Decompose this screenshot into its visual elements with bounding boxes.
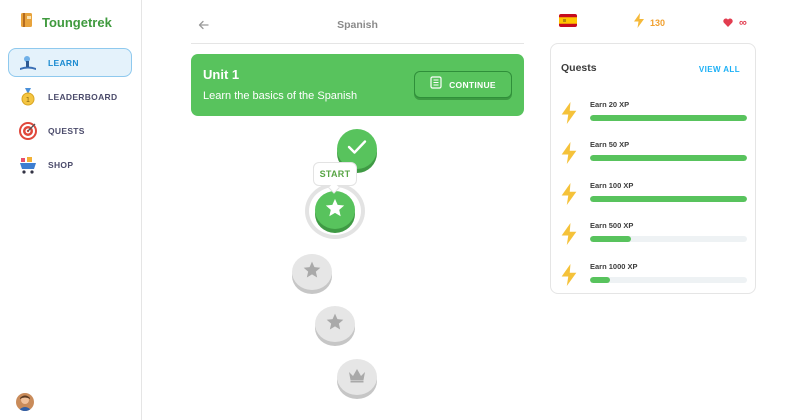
quest-progress-track: [590, 236, 747, 242]
hearts-value: ∞: [739, 17, 747, 29]
learn-icon: [17, 52, 39, 74]
quest-progress-fill: [590, 196, 747, 202]
lesson-node-locked[interactable]: [337, 359, 377, 395]
unit-title: Unit 1: [203, 67, 240, 82]
quest-item[interactable]: Earn 50 XP: [561, 140, 747, 168]
xp-counter[interactable]: 130: [634, 13, 665, 33]
quests-panel: Quests VIEW ALL Earn 20 XP Earn 50 XP Ea…: [550, 43, 756, 294]
sidebar-item-quests[interactable]: QUESTS: [8, 116, 132, 145]
continue-button[interactable]: CONTINUE: [414, 71, 512, 98]
quest-item[interactable]: Earn 500 XP: [561, 221, 747, 249]
star-icon: [302, 260, 322, 285]
quest-label: Earn 20 XP: [590, 100, 630, 109]
lightning-icon: [561, 183, 579, 207]
sidebar-item-shop[interactable]: SHOP: [8, 150, 132, 179]
sidebar-item-leaderboard[interactable]: 1 LEADERBOARD: [8, 82, 132, 111]
quest-progress-track: [590, 277, 747, 283]
spain-flag-icon[interactable]: [559, 14, 577, 27]
target-icon: [17, 120, 39, 142]
quest-progress-fill: [590, 115, 747, 121]
quest-progress-track: [590, 115, 747, 121]
medal-icon: 1: [17, 86, 39, 108]
unit-card: Unit 1 Learn the basics of the Spanish C…: [191, 54, 524, 116]
sidebar-item-label: LEADERBOARD: [48, 91, 118, 102]
lesson-node-current[interactable]: [315, 191, 355, 229]
svg-text:1: 1: [26, 96, 30, 104]
quests-title: Quests: [561, 62, 597, 74]
quest-item[interactable]: Earn 100 XP: [561, 181, 747, 209]
lesson-node-locked[interactable]: [292, 254, 332, 290]
avatar[interactable]: [16, 393, 34, 411]
crown-icon: [347, 367, 367, 388]
lesson-node-locked[interactable]: [315, 306, 355, 342]
lightning-icon: [561, 264, 579, 288]
notebook-icon: [430, 75, 442, 94]
view-all-link[interactable]: VIEW ALL: [699, 65, 740, 74]
stats-bar: 130 ∞: [556, 10, 756, 32]
continue-label: CONTINUE: [449, 79, 496, 90]
sidebar-item-learn[interactable]: LEARN: [8, 48, 132, 77]
quest-label: Earn 100 XP: [590, 181, 634, 190]
brand[interactable]: Toungetrek: [20, 12, 112, 33]
quest-label: Earn 500 XP: [590, 221, 634, 230]
star-icon: [324, 197, 346, 224]
hearts-counter[interactable]: ∞: [723, 14, 747, 32]
quest-label: Earn 50 XP: [590, 140, 630, 149]
star-icon: [325, 312, 345, 337]
lightning-icon: [561, 102, 579, 126]
sidebar: Toungetrek LEARN 1 LEADERBOARD QUESTS SH…: [0, 0, 142, 420]
sidebar-item-label: QUESTS: [48, 125, 85, 136]
quest-progress-fill: [590, 155, 747, 161]
quest-item[interactable]: Earn 1000 XP: [561, 262, 747, 290]
app-title: Toungetrek: [42, 15, 112, 30]
cart-icon: [17, 154, 39, 176]
sidebar-nav: LEARN 1 LEADERBOARD QUESTS SHOP: [8, 48, 132, 184]
unit-subtitle: Learn the basics of the Spanish: [203, 90, 358, 102]
sidebar-item-label: LEARN: [48, 57, 79, 68]
heart-icon: [723, 14, 733, 32]
page-title: Spanish: [337, 19, 378, 31]
start-label: START: [319, 169, 351, 179]
lightning-icon: [561, 142, 579, 166]
quest-progress-track: [590, 196, 747, 202]
quest-progress-track: [590, 155, 747, 161]
quest-item[interactable]: Earn 20 XP: [561, 100, 747, 128]
quest-progress-fill: [590, 236, 631, 242]
check-icon: [347, 139, 367, 160]
book-logo-icon: [20, 12, 34, 33]
lightning-icon: [634, 13, 644, 33]
lightning-icon: [561, 223, 579, 247]
lesson-header: Spanish: [191, 10, 524, 44]
quest-label: Earn 1000 XP: [590, 262, 638, 271]
quest-progress-fill: [590, 277, 611, 283]
sidebar-item-label: SHOP: [48, 159, 74, 170]
xp-value: 130: [650, 18, 666, 28]
app-root: Toungetrek LEARN 1 LEADERBOARD QUESTS SH…: [0, 0, 806, 420]
